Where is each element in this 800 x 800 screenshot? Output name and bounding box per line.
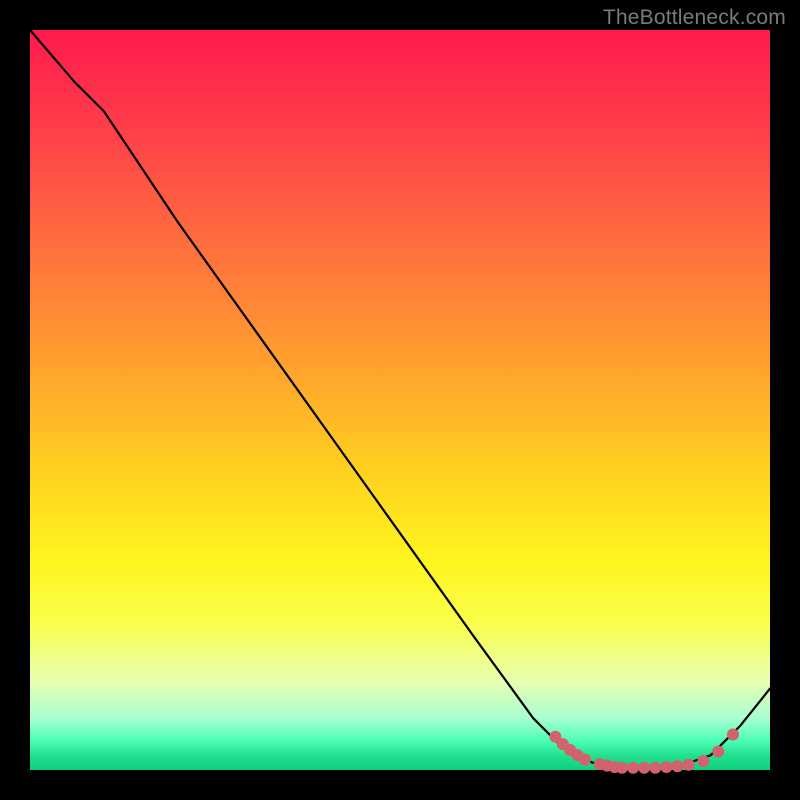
- data-dot: [727, 729, 739, 741]
- data-dot: [627, 762, 639, 774]
- watermark-text: TheBottleneck.com: [603, 6, 786, 30]
- chart-container: TheBottleneck.com: [0, 0, 800, 800]
- plot-area: [30, 30, 770, 770]
- data-dot: [649, 762, 661, 774]
- curve-dots: [549, 729, 739, 774]
- data-dot: [579, 754, 591, 766]
- data-dot: [697, 755, 709, 767]
- data-dot: [672, 760, 684, 772]
- data-dot: [660, 761, 672, 773]
- curve-line: [30, 30, 770, 768]
- data-dot: [638, 762, 650, 774]
- data-dot: [683, 759, 695, 771]
- chart-svg: [30, 30, 770, 770]
- data-dot: [616, 762, 628, 774]
- data-dot: [712, 746, 724, 758]
